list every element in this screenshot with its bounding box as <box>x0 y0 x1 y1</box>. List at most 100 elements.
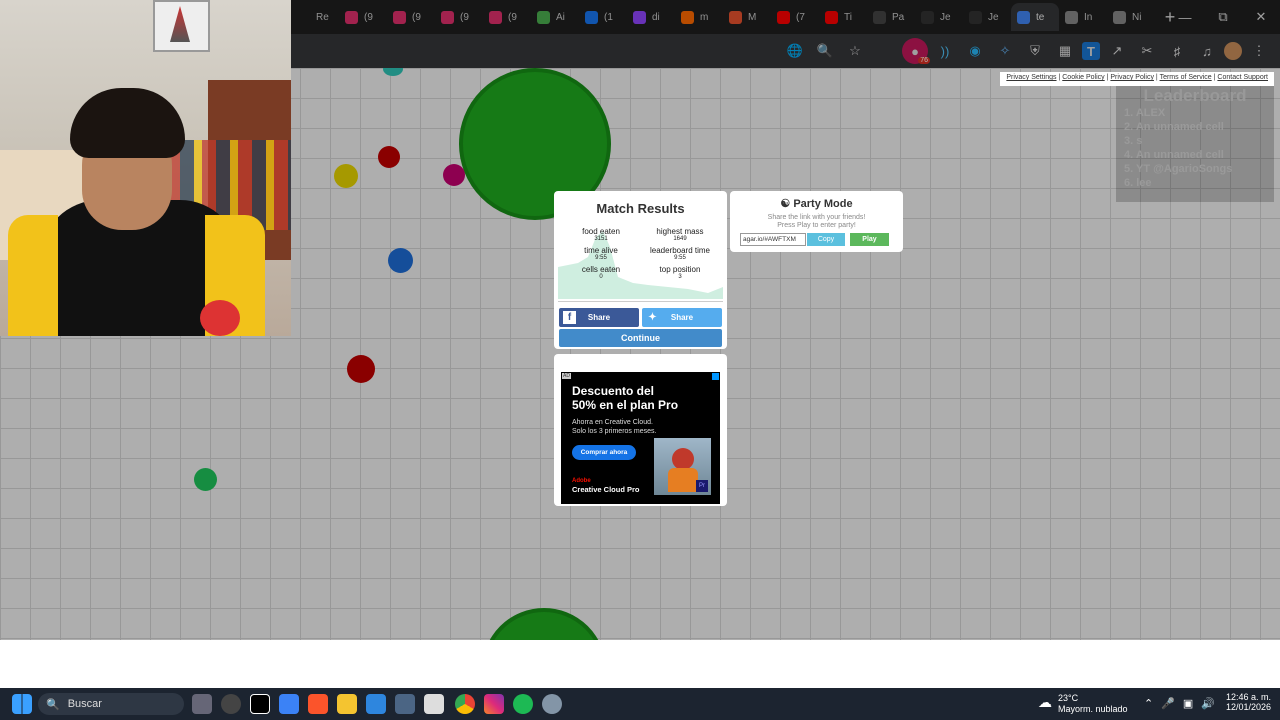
text-extension-icon[interactable]: T <box>1082 42 1100 60</box>
tool-extension-icon[interactable]: ↗ <box>1104 38 1130 64</box>
ad-cta-button[interactable]: Comprar ahora <box>572 445 636 460</box>
bookmark-star-icon[interactable]: ☆ <box>842 38 868 64</box>
chevron-up-icon[interactable]: ⌃ <box>1144 698 1161 710</box>
menu-icon[interactable]: ⋮ <box>1246 38 1272 64</box>
adchoices-icon[interactable] <box>712 373 719 380</box>
party-icon: ☯ <box>780 198 791 210</box>
tab-label: (9 <box>412 11 421 23</box>
shield-extension-icon[interactable]: ⛨ <box>1022 38 1048 64</box>
tab-favicon-icon <box>921 10 934 24</box>
browser-tab[interactable]: (7 <box>771 3 819 31</box>
app-icon[interactable] <box>221 694 241 714</box>
browser-tab[interactable]: Ni <box>1107 3 1155 31</box>
tab-favicon-icon <box>777 10 790 24</box>
privacy-settings-link[interactable]: Privacy Settings <box>1006 74 1056 81</box>
party-mode-panel: ☯ Party Mode Share the link with your fr… <box>730 191 903 252</box>
settings-icon[interactable] <box>542 694 562 714</box>
tab-favicon-icon <box>441 10 454 24</box>
calculator-icon[interactable] <box>395 694 415 714</box>
continue-button[interactable]: Continue <box>559 329 722 347</box>
brave-icon[interactable] <box>308 694 328 714</box>
browser-tab[interactable]: (9 <box>435 3 483 31</box>
terms-link[interactable]: Terms of Service <box>1160 74 1212 81</box>
weather-icon: ☁ <box>1038 694 1052 710</box>
minimize-icon[interactable]: — <box>1166 0 1204 34</box>
browser-tab[interactable]: In <box>1059 3 1107 31</box>
play-button[interactable]: Play <box>850 233 889 246</box>
browser-tab[interactable]: Ti <box>819 3 867 31</box>
browser-tab[interactable]: (1 <box>579 3 627 31</box>
share-facebook-button[interactable]: f Share <box>559 308 639 327</box>
contact-support-link[interactable]: Contact Support <box>1217 74 1268 81</box>
capcut-icon[interactable] <box>250 694 270 714</box>
browser-tab[interactable]: Pa <box>867 3 915 31</box>
browser-tab[interactable]: (9 <box>387 3 435 31</box>
calendar-extension-icon[interactable]: ▦ <box>1052 38 1078 64</box>
tab-favicon-icon <box>969 10 982 24</box>
browser-tab[interactable]: di <box>627 3 675 31</box>
tab-label: (9 <box>508 11 517 23</box>
task-view-icon[interactable] <box>192 694 212 714</box>
taskbar-search[interactable]: 🔍 Buscar <box>38 693 184 715</box>
chrome-icon[interactable] <box>455 694 475 714</box>
browser-tab[interactable]: (9 <box>483 3 531 31</box>
snipping-tool-icon[interactable] <box>424 694 444 714</box>
close-icon[interactable]: ✕ <box>1242 0 1280 34</box>
tab-label: M <box>748 11 757 23</box>
restore-icon[interactable]: ⧉ <box>1204 0 1242 34</box>
ad-tag: AD <box>562 373 571 379</box>
browser-tab[interactable]: Ai <box>531 3 579 31</box>
instagram-icon[interactable] <box>484 694 504 714</box>
browser-tab[interactable]: m <box>675 3 723 31</box>
browser-tab[interactable]: Je <box>963 3 1011 31</box>
divider <box>558 301 723 302</box>
copy-button[interactable]: Copy <box>807 233 845 246</box>
ad-banner[interactable]: AD Descuento del 50% en el plan Pro Ahorr… <box>561 372 720 504</box>
browser-tab[interactable]: (9 <box>339 3 387 31</box>
photos-icon[interactable] <box>366 694 386 714</box>
translate-icon[interactable]: 🌐 <box>782 38 808 64</box>
store-icon[interactable] <box>279 694 299 714</box>
stat-cells-eaten: cells eaten 0 <box>581 265 621 280</box>
twitter-icon: ✦ <box>648 312 657 323</box>
profile-avatar[interactable] <box>1224 42 1242 60</box>
tray-icons: ⌃🎤▣🔊 <box>1144 697 1223 710</box>
network-icon[interactable]: ▣ <box>1183 698 1201 710</box>
spotify-icon[interactable] <box>513 694 533 714</box>
leaderboard-entry: 4. An unnamed cell <box>1124 149 1224 161</box>
file-explorer-icon[interactable] <box>337 694 357 714</box>
scissors-extension-icon[interactable]: ✂ <box>1134 38 1160 64</box>
clock[interactable]: 12:46 a. m. 12/01/2026 <box>1226 690 1271 712</box>
extension-badge-icon[interactable]: ● <box>902 38 930 64</box>
leaderboard-title: Leaderboard <box>1143 86 1247 105</box>
ad-product: Creative Cloud Pro <box>572 485 640 494</box>
shazam-extension-icon[interactable]: ◉ <box>962 38 988 64</box>
leaderboard: Leaderboard 1. ALEX 2. An unnamed cell 3… <box>1116 86 1274 202</box>
browser-tab[interactable]: Re <box>291 3 339 31</box>
tab-favicon-icon <box>681 10 694 24</box>
browser-tab[interactable]: M <box>723 3 771 31</box>
browser-tab[interactable]: Je <box>915 3 963 31</box>
windows-start-icon[interactable] <box>12 694 32 714</box>
share-twitter-button[interactable]: ✦ Share <box>642 308 722 327</box>
food-cell <box>347 355 375 383</box>
media-control-icon[interactable]: ♫ <box>1194 38 1220 64</box>
browser-tab-strip: Re (9 (9 (9 (9 Ai (1 di m M (7 Ti Pa Je Je te In Ni + <box>291 0 1280 34</box>
audio-extension-icon[interactable]: )) <box>932 38 958 64</box>
extensions-icon[interactable]: ♯ <box>1164 38 1190 64</box>
tab-label: Je <box>940 11 951 23</box>
browser-toolbar: 🌐 🔍 ☆ ● )) ◉ ✧ ⛨ ▦ T ↗ ✂ ♯ ♫ ⋮ <box>291 34 1280 68</box>
ad-image: Pr <box>654 438 711 495</box>
puzzle-extension-icon[interactable]: ✧ <box>992 38 1018 64</box>
tab-favicon-icon <box>345 10 358 24</box>
privacy-policy-link[interactable]: Privacy Policy <box>1110 74 1154 81</box>
microphone-icon[interactable]: 🎤 <box>1161 698 1183 710</box>
zoom-icon[interactable]: 🔍 <box>812 38 838 64</box>
tab-favicon-icon <box>729 10 742 24</box>
leaderboard-entry: 2. An unnamed cell <box>1124 121 1224 133</box>
browser-tab[interactable]: te <box>1011 3 1059 31</box>
party-link-field[interactable]: agar.io/#AWFTXM <box>740 233 806 246</box>
volume-icon[interactable]: 🔊 <box>1201 698 1223 710</box>
tab-label: Je <box>988 11 999 23</box>
cookie-policy-link[interactable]: Cookie Policy <box>1062 74 1104 81</box>
